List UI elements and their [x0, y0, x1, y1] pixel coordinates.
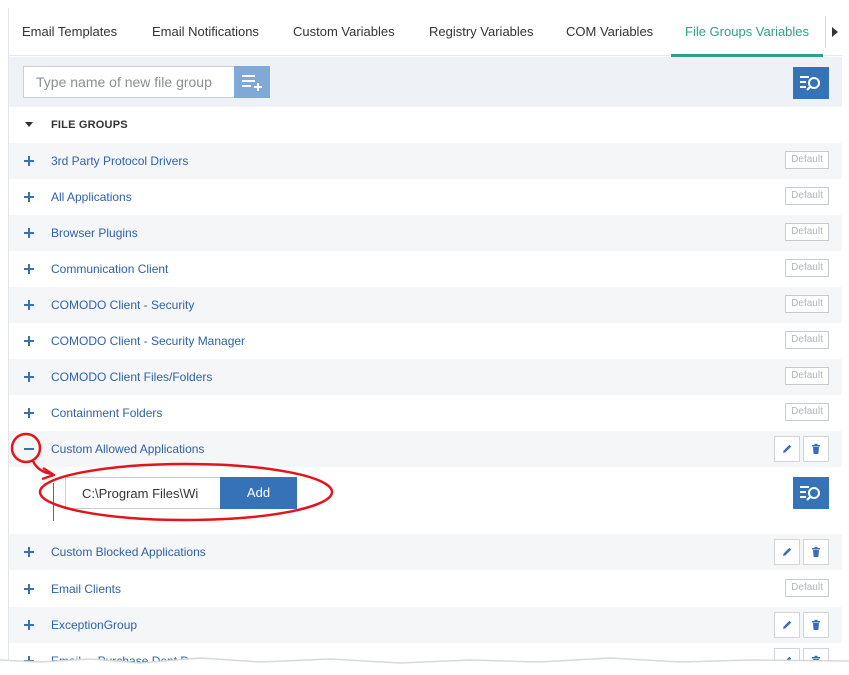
file-group-toolbar: [9, 57, 842, 107]
pencil-icon: [783, 620, 792, 629]
expand-plus-icon[interactable]: [23, 190, 37, 204]
file-path-input[interactable]: [65, 477, 221, 509]
expanded-group-panel: Add: [9, 467, 842, 534]
file-groups-panel: Email Templates Email Notifications Cust…: [8, 8, 842, 663]
file-group-row-expanded: Custom Allowed Applications: [9, 431, 842, 467]
file-group-name[interactable]: Communication Client: [51, 262, 168, 276]
expand-plus-icon[interactable]: [23, 370, 37, 384]
file-group-row: ExceptionGroup: [9, 607, 842, 643]
expand-plus-icon[interactable]: [23, 545, 37, 559]
tab-com-variables[interactable]: COM Variables: [566, 8, 653, 56]
default-badge: Default: [785, 403, 829, 421]
tab-email-templates[interactable]: Email Templates: [22, 8, 117, 56]
pencil-icon: [783, 444, 792, 453]
file-group-name[interactable]: Custom Allowed Applications: [51, 442, 204, 456]
file-group-name[interactable]: COMODO Client Files/Folders: [51, 370, 212, 384]
file-group-row: Communication Client Default: [9, 251, 842, 287]
tab-scroll-right-button[interactable]: [825, 16, 842, 48]
delete-button[interactable]: [803, 539, 829, 565]
default-badge: Default: [785, 295, 829, 313]
search-file-groups-button[interactable]: [793, 67, 829, 99]
file-group-row: COMODO Client Files/Folders Default: [9, 359, 842, 395]
file-group-name[interactable]: Custom Blocked Applications: [51, 545, 206, 559]
edit-button[interactable]: [774, 436, 800, 462]
search-list-icon: [800, 486, 820, 501]
chevron-right-icon: [831, 27, 838, 37]
default-badge: Default: [785, 331, 829, 349]
add-list-icon: [242, 75, 262, 91]
file-group-row: Containment Folders Default: [9, 395, 842, 431]
trash-icon: [812, 619, 820, 630]
file-groups-header[interactable]: FILE GROUPS: [9, 107, 842, 143]
trash-icon: [812, 443, 820, 454]
tab-bar: Email Templates Email Notifications Cust…: [9, 8, 842, 57]
file-group-name[interactable]: Email Clients: [51, 582, 121, 596]
file-group-name[interactable]: Browser Plugins: [51, 226, 138, 240]
search-list-icon: [800, 76, 820, 91]
file-group-name[interactable]: COMODO Client - Security: [51, 298, 194, 312]
tab-custom-variables[interactable]: Custom Variables: [293, 8, 395, 56]
add-path-button[interactable]: Add: [220, 477, 297, 509]
default-badge: Default: [785, 259, 829, 277]
edit-button[interactable]: [774, 612, 800, 638]
expand-plus-icon[interactable]: [23, 154, 37, 168]
file-group-name[interactable]: COMODO Client - Security Manager: [51, 334, 245, 348]
file-group-row: Email Clients Default: [9, 571, 842, 607]
trash-icon: [812, 546, 820, 557]
expand-plus-icon[interactable]: [23, 262, 37, 276]
expand-plus-icon[interactable]: [23, 334, 37, 348]
add-file-group-button[interactable]: [234, 66, 270, 98]
delete-button[interactable]: [803, 612, 829, 638]
default-badge: Default: [785, 223, 829, 241]
file-group-row: Custom Blocked Applications: [9, 534, 842, 570]
file-group-row: COMODO Client - Security Manager Default: [9, 323, 842, 359]
file-group-name[interactable]: 3rd Party Protocol Drivers: [51, 154, 188, 168]
file-group-row: Browser Plugins Default: [9, 215, 842, 251]
delete-button[interactable]: [803, 436, 829, 462]
caret-down-icon: [25, 122, 33, 127]
file-group-row: COMODO Client - Security Default: [9, 287, 842, 323]
edit-button[interactable]: [774, 539, 800, 565]
file-group-name[interactable]: Containment Folders: [51, 406, 162, 420]
default-badge: Default: [785, 151, 829, 169]
default-badge: Default: [785, 579, 829, 597]
expand-plus-icon[interactable]: [23, 618, 37, 632]
default-badge: Default: [785, 367, 829, 385]
file-groups-title: FILE GROUPS: [51, 119, 128, 131]
default-badge: Default: [785, 187, 829, 205]
tab-registry-variables[interactable]: Registry Variables: [429, 8, 534, 56]
tree-line: [53, 483, 54, 521]
collapse-minus-icon[interactable]: [23, 442, 37, 456]
file-group-row: 3rd Party Protocol Drivers Default: [9, 143, 842, 179]
file-group-name[interactable]: ExceptionGroup: [51, 618, 137, 632]
file-group-row: All Applications Default: [9, 179, 842, 215]
torn-edge: [0, 657, 849, 675]
expand-plus-icon[interactable]: [23, 298, 37, 312]
expand-plus-icon[interactable]: [23, 406, 37, 420]
tab-email-notifications[interactable]: Email Notifications: [152, 8, 259, 56]
pencil-icon: [783, 547, 792, 556]
search-paths-button[interactable]: [793, 477, 829, 509]
tab-file-groups-variables[interactable]: File Groups Variables: [670, 8, 824, 57]
expand-plus-icon[interactable]: [23, 226, 37, 240]
expand-plus-icon[interactable]: [23, 582, 37, 596]
new-file-group-input[interactable]: [23, 66, 235, 98]
file-group-name[interactable]: All Applications: [51, 190, 132, 204]
